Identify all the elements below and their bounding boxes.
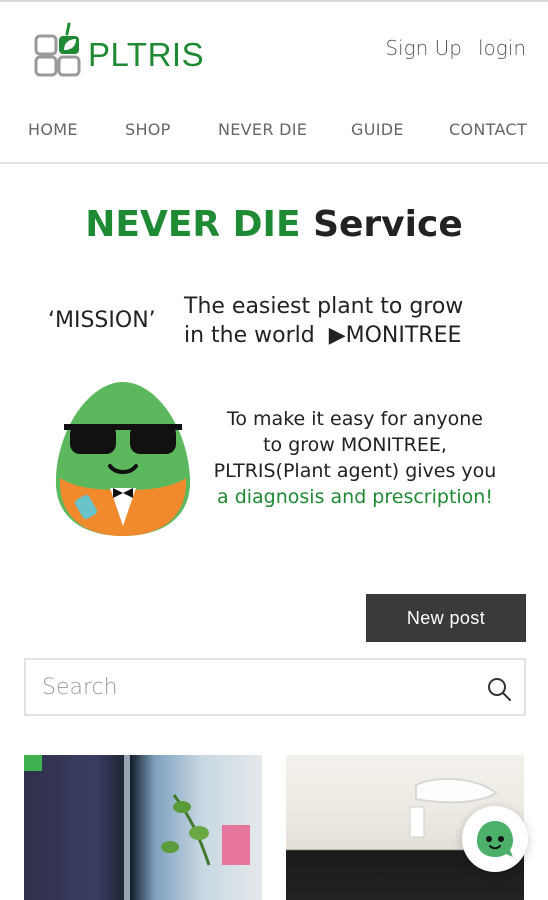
title-rest: Service — [300, 204, 463, 245]
plant-photo-1 — [24, 755, 250, 900]
post-thumbnail-1[interactable] — [24, 755, 262, 900]
plant-agent-mascot — [55, 382, 191, 536]
title-accent: NEVER DIE — [85, 204, 301, 245]
mission-label: ‘MISSION’ — [48, 308, 156, 333]
search-input[interactable] — [42, 670, 472, 704]
search-box — [24, 658, 526, 716]
chat-mascot-icon — [477, 821, 513, 857]
desc-line-3: PLTRIS(Plant agent) gives you — [213, 460, 497, 482]
brand-name: PLTRIS — [88, 36, 205, 73]
nav-contact[interactable]: CONTACT — [449, 120, 527, 139]
desc-line-2: to grow MONITREE, — [263, 434, 447, 456]
pltris-logo-icon — [34, 22, 81, 77]
sign-up-link[interactable]: Sign Up — [385, 36, 462, 60]
mission-line-2: in the world ▶MONITREE — [184, 323, 462, 348]
site-header: PLTRIS Sign Up login — [0, 2, 548, 98]
new-post-button[interactable]: New post — [366, 594, 526, 642]
mission-statement: The easiest plant to grow in the world ▶… — [184, 292, 463, 350]
mission-line-1: The easiest plant to grow — [184, 294, 464, 319]
chat-button[interactable] — [462, 806, 528, 872]
desc-line-1: To make it easy for anyone — [227, 408, 483, 430]
brand-logo[interactable]: PLTRIS — [34, 20, 204, 78]
login-link[interactable]: login — [478, 36, 526, 60]
nav-guide[interactable]: GUIDE — [351, 120, 404, 139]
nav-shop[interactable]: SHOP — [125, 120, 171, 139]
service-description: To make it easy for anyone to grow MONIT… — [200, 406, 510, 510]
nav-never-die[interactable]: NEVER DIE — [218, 120, 307, 139]
nav-divider — [0, 162, 548, 164]
nav-home[interactable]: HOME — [28, 120, 78, 139]
desc-line-4: a diagnosis and prescription! — [217, 486, 493, 508]
search-icon[interactable] — [486, 676, 512, 702]
auth-links: Sign Up login — [385, 36, 526, 60]
page-title: NEVER DIE Service — [0, 204, 548, 245]
main-nav: HOME SHOP NEVER DIE GUIDE CONTACT — [0, 112, 548, 146]
